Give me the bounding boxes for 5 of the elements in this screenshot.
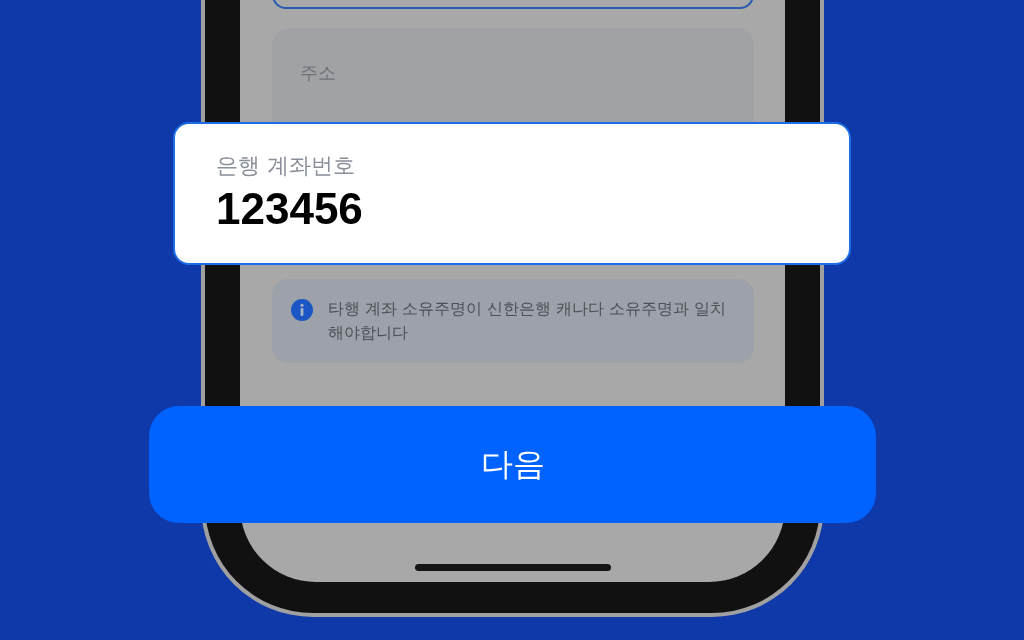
field-label: 은행 계좌번호 [216, 152, 355, 180]
info-text: 타행 계좌 소유주명이 신한은행 캐나다 소유주명과 일치해야합니다 [327, 298, 727, 344]
next-button[interactable]: 다음 [149, 406, 876, 523]
account-number-input[interactable]: 123456 [216, 183, 368, 235]
info-icon [290, 299, 313, 321]
